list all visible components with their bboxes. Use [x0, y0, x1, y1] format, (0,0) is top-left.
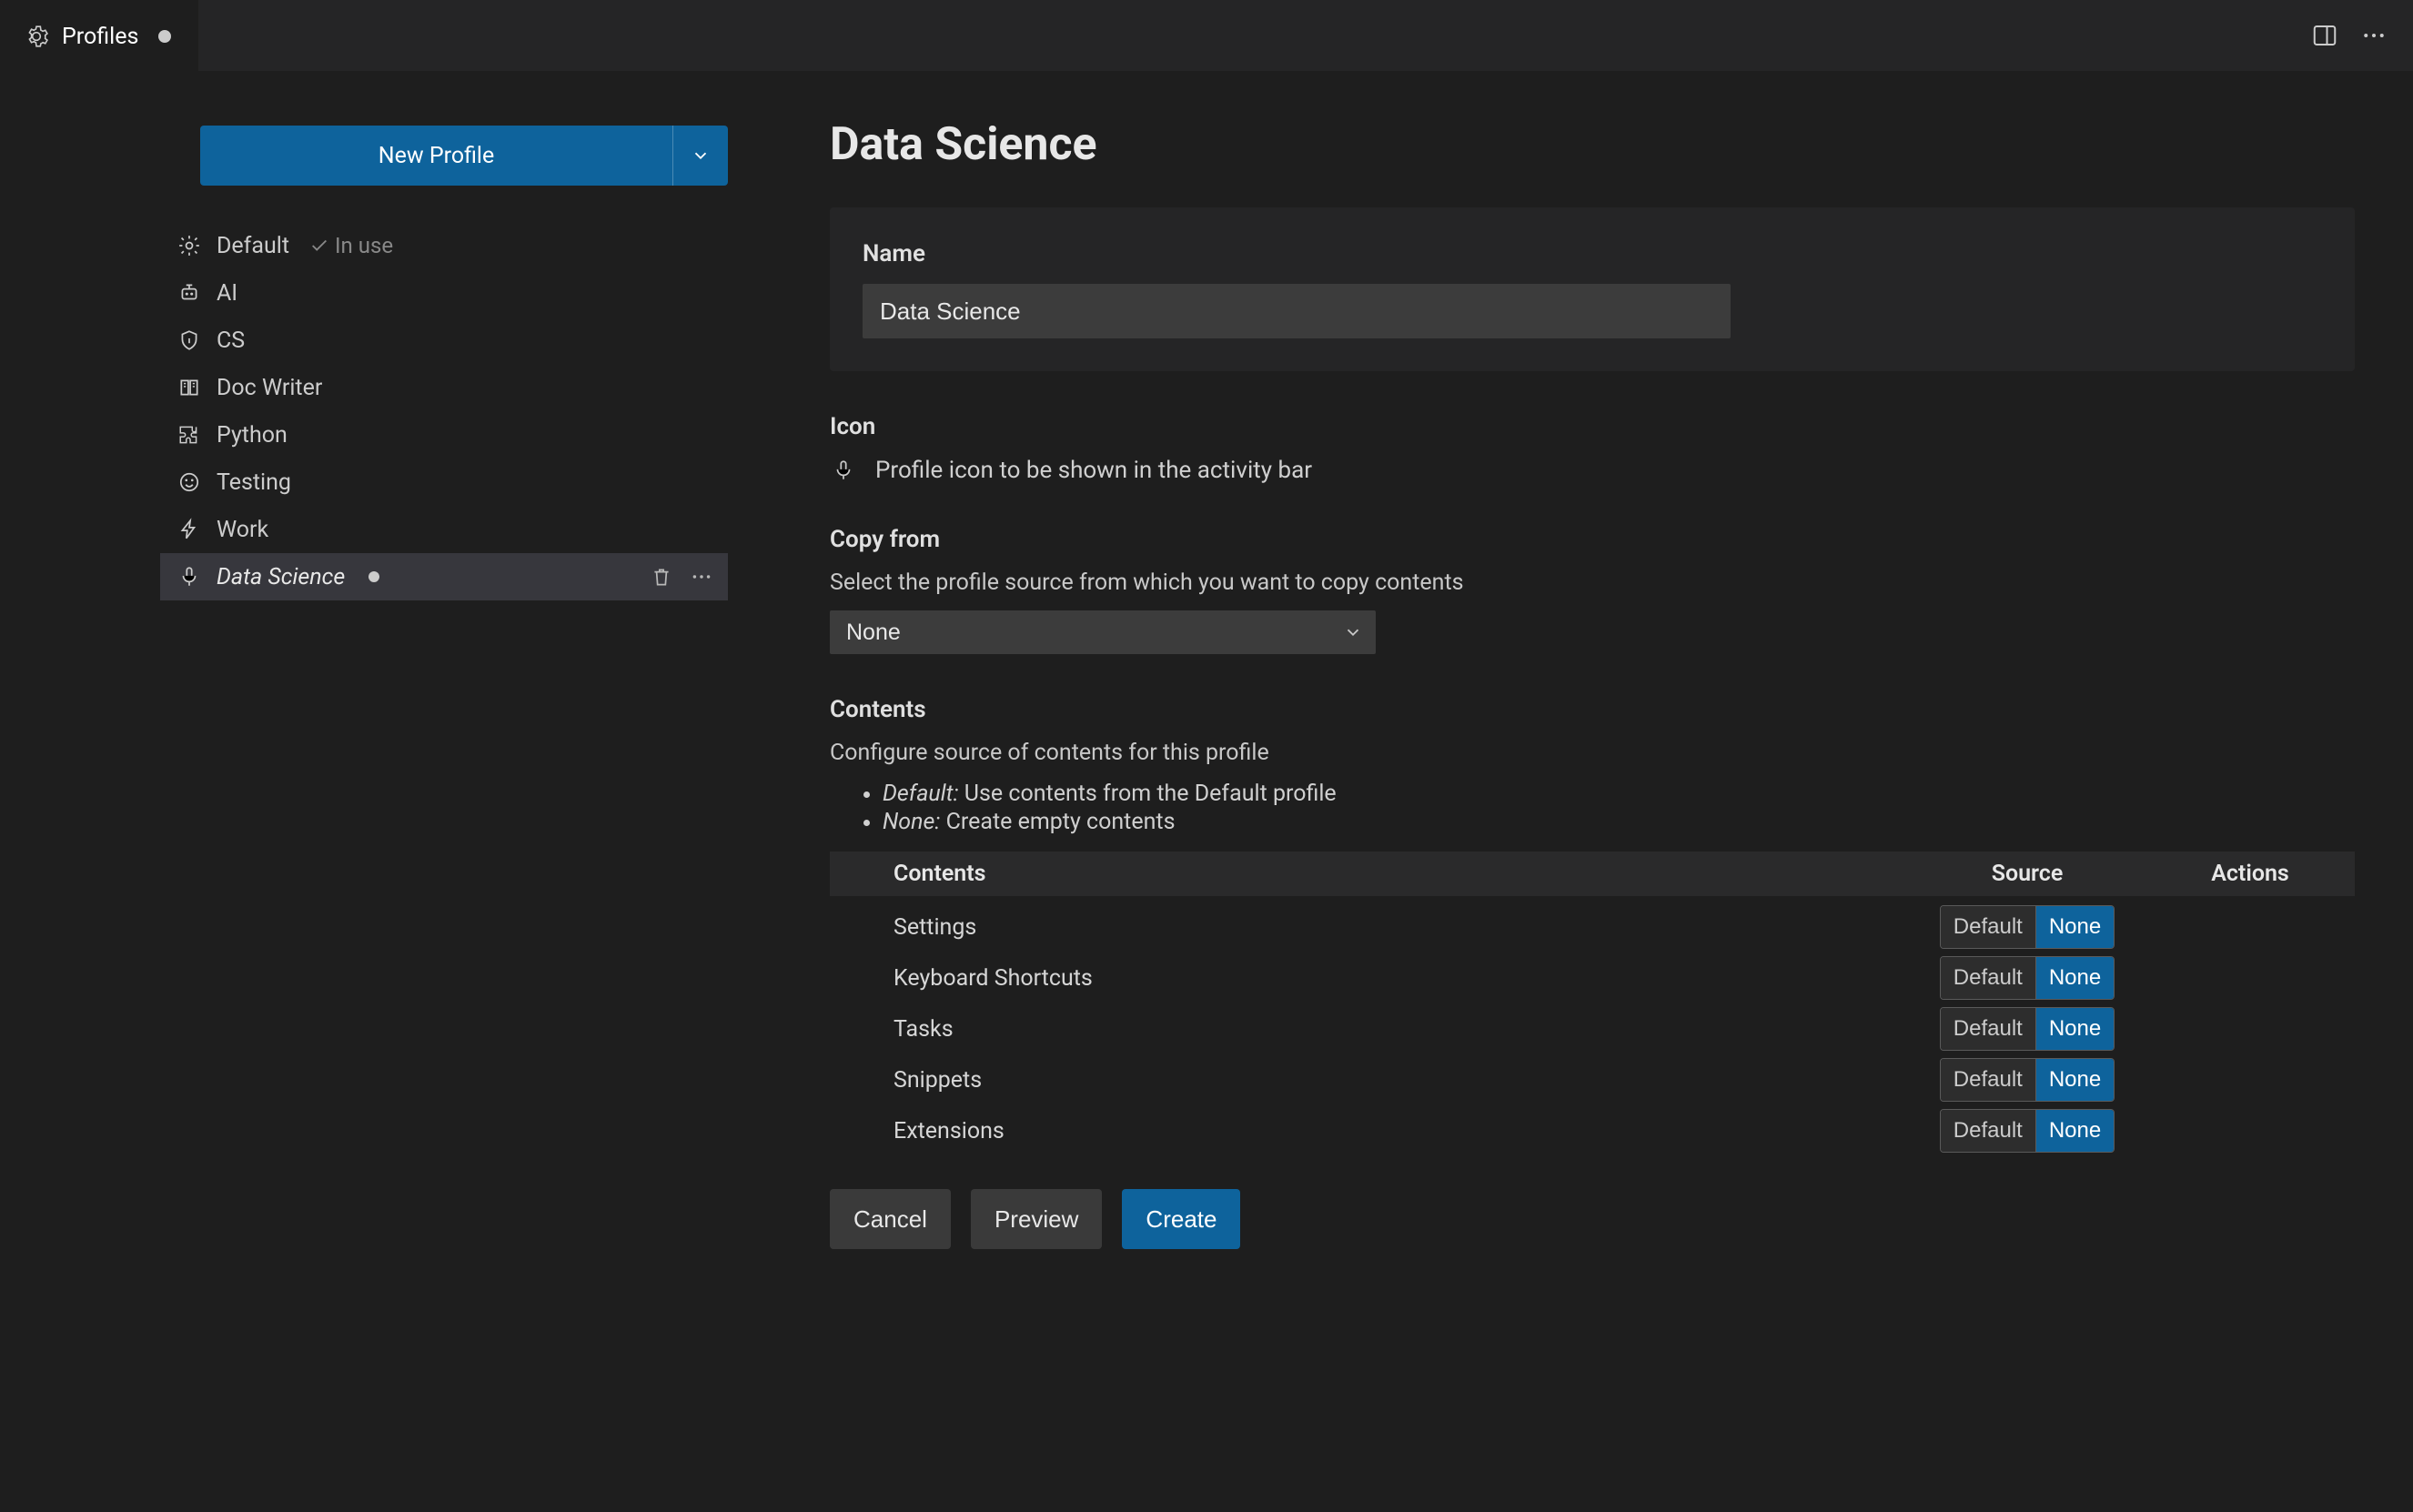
profile-list-item[interactable]: Work: [160, 506, 728, 553]
profiles-sidebar: New Profile Default In use AI CS Doc Wri…: [0, 71, 772, 1512]
settings-icon: [24, 24, 49, 49]
profile-label: Testing: [217, 469, 291, 496]
profile-list: Default In use AI CS Doc Writer Python T…: [160, 222, 728, 600]
contents-row: Extensions Default None: [830, 1100, 2355, 1151]
col-source: Source: [1909, 861, 2145, 887]
name-label: Name: [863, 240, 2322, 267]
book-icon: [175, 376, 204, 399]
profile-list-item[interactable]: CS: [160, 317, 728, 364]
col-actions: Actions: [2145, 861, 2355, 887]
contents-bullets: Default: Use contents from the Default p…: [830, 781, 2355, 835]
contents-row: Keyboard Shortcuts Default None: [830, 947, 2355, 998]
source-none-button[interactable]: None: [2035, 1008, 2114, 1050]
profile-label: Default: [217, 233, 289, 259]
source-default-button[interactable]: Default: [1941, 1059, 2035, 1101]
contents-row-name: Settings: [894, 914, 1909, 941]
source-default-button[interactable]: Default: [1941, 906, 2035, 948]
profile-editor: Data Science Name Icon Profile icon to b…: [772, 71, 2413, 1512]
name-section: Name: [830, 207, 2355, 371]
delete-profile-button[interactable]: [650, 565, 673, 589]
check-icon: [309, 236, 329, 256]
source-none-button[interactable]: None: [2035, 1059, 2114, 1101]
contents-row: Tasks Default None: [830, 998, 2355, 1049]
source-default-button[interactable]: Default: [1941, 1008, 2035, 1050]
contents-table: Contents Source Actions Settings Default…: [830, 852, 2355, 1151]
source-default-button[interactable]: Default: [1941, 1110, 2035, 1152]
in-use-badge: In use: [309, 233, 393, 258]
dirty-indicator-icon: [369, 571, 379, 582]
contents-label: Contents: [830, 696, 2355, 723]
profile-label: Work: [217, 517, 268, 543]
profile-list-item[interactable]: Default In use: [160, 222, 728, 269]
profile-label: Data Science: [217, 564, 345, 590]
profile-label: CS: [217, 328, 245, 354]
contents-section: Contents Configure source of contents fo…: [830, 696, 2355, 1151]
copy-from-section: Copy from Select the profile source from…: [830, 526, 2355, 654]
copy-from-label: Copy from: [830, 526, 2355, 553]
profile-list-item[interactable]: Python: [160, 411, 728, 459]
shield-icon: [175, 328, 204, 352]
contents-row-name: Snippets: [894, 1067, 1909, 1094]
source-toggle: Default None: [1940, 905, 2115, 949]
dirty-indicator-icon: [158, 30, 171, 43]
tab-strip-empty: [198, 0, 2286, 71]
bolt-icon: [175, 518, 204, 541]
copy-from-description: Select the profile source from which you…: [830, 570, 2355, 596]
gear-icon: [175, 234, 204, 257]
profile-name-input[interactable]: [863, 284, 1731, 338]
tab-label: Profiles: [62, 24, 138, 50]
source-default-button[interactable]: Default: [1941, 957, 2035, 999]
new-profile-split-button[interactable]: New Profile: [200, 126, 728, 186]
profile-label: Doc Writer: [217, 375, 322, 401]
source-none-button[interactable]: None: [2035, 1110, 2114, 1152]
titlebar-actions: [2286, 0, 2413, 71]
page-title: Data Science: [830, 118, 2355, 171]
puzzle-icon: [175, 423, 204, 447]
source-none-button[interactable]: None: [2035, 906, 2114, 948]
icon-description: Profile icon to be shown in the activity…: [875, 457, 1312, 484]
contents-description: Configure source of contents for this pr…: [830, 740, 2355, 766]
preview-button[interactable]: Preview: [971, 1189, 1102, 1249]
contents-row: Snippets Default None: [830, 1049, 2355, 1100]
contents-row-name: Extensions: [894, 1118, 1909, 1144]
contents-bullet: Default: Use contents from the Default p…: [883, 781, 2355, 807]
more-actions-button[interactable]: [2360, 22, 2388, 49]
contents-row-name: Tasks: [894, 1016, 1909, 1043]
source-toggle: Default None: [1940, 1007, 2115, 1051]
profile-list-item[interactable]: Testing: [160, 459, 728, 506]
new-profile-button[interactable]: New Profile: [200, 126, 673, 186]
robot-icon: [175, 281, 204, 305]
contents-row-name: Keyboard Shortcuts: [894, 965, 1909, 992]
source-none-button[interactable]: None: [2035, 957, 2114, 999]
col-contents: Contents: [894, 861, 1909, 887]
contents-table-header: Contents Source Actions: [830, 852, 2355, 896]
new-profile-dropdown-button[interactable]: [673, 126, 728, 186]
editor-tab-profiles[interactable]: Profiles: [0, 0, 198, 71]
profile-more-button[interactable]: [690, 565, 713, 589]
action-row: Cancel Preview Create: [830, 1189, 2355, 1249]
titlebar: Profiles: [0, 0, 2413, 71]
mic-icon: [175, 565, 204, 589]
source-toggle: Default None: [1940, 956, 2115, 1000]
source-toggle: Default None: [1940, 1058, 2115, 1102]
profile-list-item[interactable]: Doc Writer: [160, 364, 728, 411]
split-editor-button[interactable]: [2311, 22, 2338, 49]
cancel-button[interactable]: Cancel: [830, 1189, 951, 1249]
profile-list-item[interactable]: AI: [160, 269, 728, 317]
contents-row: Settings Default None: [830, 896, 2355, 947]
create-button[interactable]: Create: [1122, 1189, 1240, 1249]
icon-section: Icon Profile icon to be shown in the act…: [830, 413, 2355, 484]
profile-label: AI: [217, 280, 237, 307]
smiley-icon: [175, 470, 204, 494]
profile-label: Python: [217, 422, 288, 449]
contents-bullet: None: Create empty contents: [883, 809, 2355, 835]
copy-from-select[interactable]: None: [830, 610, 1376, 654]
mic-icon[interactable]: [830, 457, 857, 484]
icon-label: Icon: [830, 413, 2355, 440]
profile-list-item[interactable]: Data Science: [160, 553, 728, 600]
source-toggle: Default None: [1940, 1109, 2115, 1153]
